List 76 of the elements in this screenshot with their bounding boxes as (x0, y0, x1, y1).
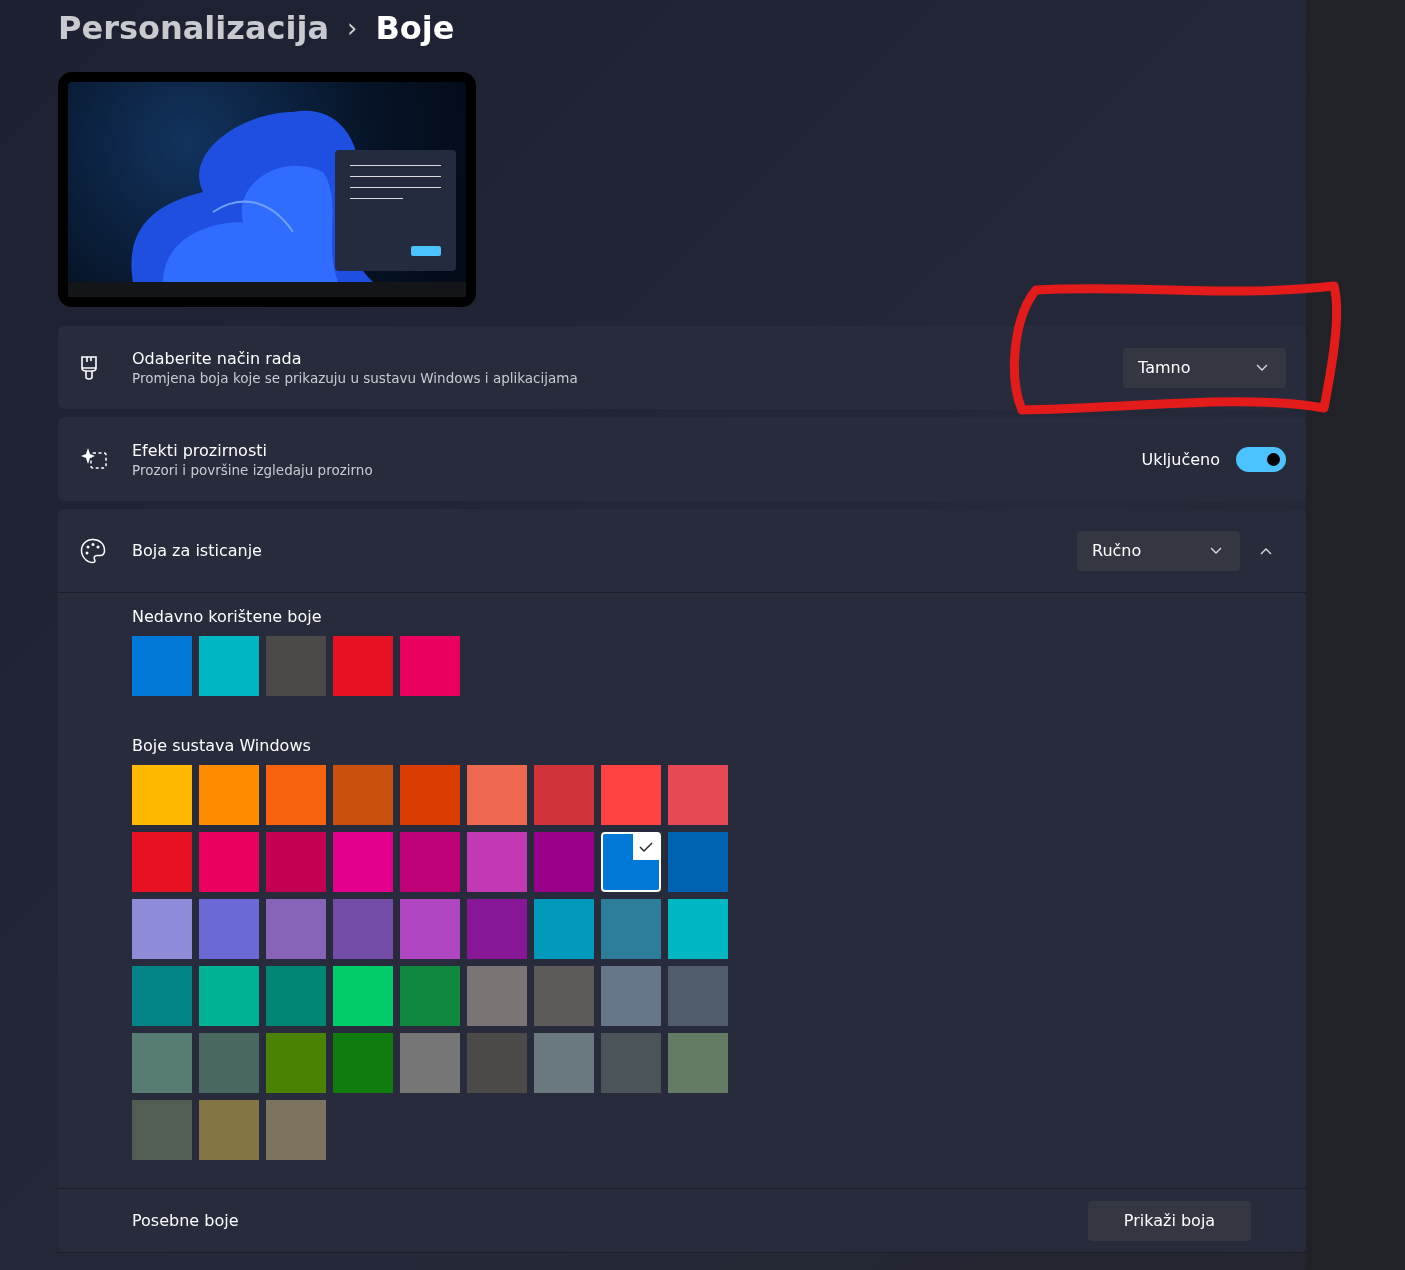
color-swatch[interactable] (266, 899, 326, 959)
dropdown-chevron-icon (1256, 363, 1268, 372)
color-swatch[interactable] (132, 636, 192, 696)
color-swatch[interactable] (467, 1033, 527, 1093)
color-swatch[interactable] (467, 832, 527, 892)
paintbrush-icon (80, 354, 98, 381)
color-swatch[interactable] (601, 1033, 661, 1093)
toggle-switch[interactable] (1236, 446, 1286, 472)
color-swatch[interactable] (333, 832, 393, 892)
color-swatch[interactable] (199, 1100, 259, 1160)
section-heading: Nedavno korištene boje (132, 607, 323, 626)
color-swatch[interactable] (467, 966, 527, 1026)
color-swatch[interactable] (266, 1033, 326, 1093)
color-swatch[interactable] (534, 832, 594, 892)
collapse-chevron-icon (1260, 546, 1272, 555)
color-swatch[interactable] (199, 636, 259, 696)
color-swatch[interactable] (266, 765, 326, 825)
color-swatch[interactable] (132, 765, 192, 825)
color-swatch[interactable] (333, 765, 393, 825)
color-swatch[interactable] (333, 966, 393, 1026)
color-swatch[interactable] (333, 899, 393, 959)
color-swatch[interactable] (534, 765, 594, 825)
color-swatch[interactable] (132, 1033, 192, 1093)
color-swatch[interactable] (132, 899, 192, 959)
color-swatch[interactable] (534, 966, 594, 1026)
color-swatch[interactable] (601, 765, 661, 825)
color-swatch[interactable] (400, 966, 460, 1026)
palette-icon (80, 537, 106, 564)
color-swatch[interactable] (534, 1033, 594, 1093)
color-swatch[interactable] (199, 765, 259, 825)
color-swatch[interactable] (333, 1033, 393, 1093)
color-swatch[interactable] (132, 1100, 192, 1160)
color-swatch[interactable] (266, 1100, 326, 1160)
color-swatch[interactable] (601, 966, 661, 1026)
color-swatch[interactable] (400, 765, 460, 825)
color-swatch[interactable] (266, 832, 326, 892)
sparkle-frame-icon (80, 447, 108, 471)
custom-colors-label: Posebne boje (132, 1211, 239, 1230)
color-swatch[interactable] (601, 832, 661, 892)
mode-dropdown[interactable]: Tamno (1123, 347, 1286, 388)
color-swatch[interactable] (467, 765, 527, 825)
color-swatch[interactable] (199, 1033, 259, 1093)
color-swatch[interactable] (333, 636, 393, 696)
color-swatch[interactable] (199, 966, 259, 1026)
color-swatch[interactable] (668, 832, 728, 892)
color-swatch[interactable] (132, 966, 192, 1026)
toggle-state-label: Uključeno (1141, 449, 1220, 469)
color-swatch[interactable] (668, 966, 728, 1026)
color-swatch[interactable] (199, 899, 259, 959)
setting-title: Boja za isticanje (132, 541, 263, 560)
color-swatch[interactable] (467, 899, 527, 959)
breadcrumb-parent[interactable]: Personalizacija (58, 9, 329, 47)
color-swatch[interactable] (668, 899, 728, 959)
color-swatch[interactable] (400, 636, 460, 696)
setting-description: Prozori i površine izgledaju prozirno (132, 461, 374, 478)
page-title: Boje (375, 9, 455, 47)
color-swatch[interactable] (132, 832, 192, 892)
color-swatch[interactable] (668, 1033, 728, 1093)
color-swatch[interactable] (601, 899, 661, 959)
breadcrumb-separator: › (347, 13, 358, 43)
dropdown-chevron-icon (1210, 546, 1222, 555)
section-heading: Boje sustava Windows (132, 736, 312, 755)
color-swatch[interactable] (266, 636, 326, 696)
color-swatch[interactable] (400, 832, 460, 892)
setting-title: Efekti prozirnosti (132, 440, 268, 460)
setting-description: Promjena boja koje se prikazuju u sustavu Windows i aplikacijama (132, 370, 579, 386)
checkmark-icon (639, 842, 653, 852)
view-colors-button[interactable]: Prikaži boja (1088, 1200, 1251, 1241)
color-swatch[interactable] (400, 1033, 460, 1093)
color-swatch[interactable] (400, 899, 460, 959)
color-swatch[interactable] (199, 832, 259, 892)
color-swatch[interactable] (534, 899, 594, 959)
color-swatch[interactable] (266, 966, 326, 1026)
setting-title: Odaberite način rada (132, 349, 303, 368)
color-swatch[interactable] (668, 765, 728, 825)
accent-dropdown[interactable]: Ručno (1077, 530, 1240, 571)
